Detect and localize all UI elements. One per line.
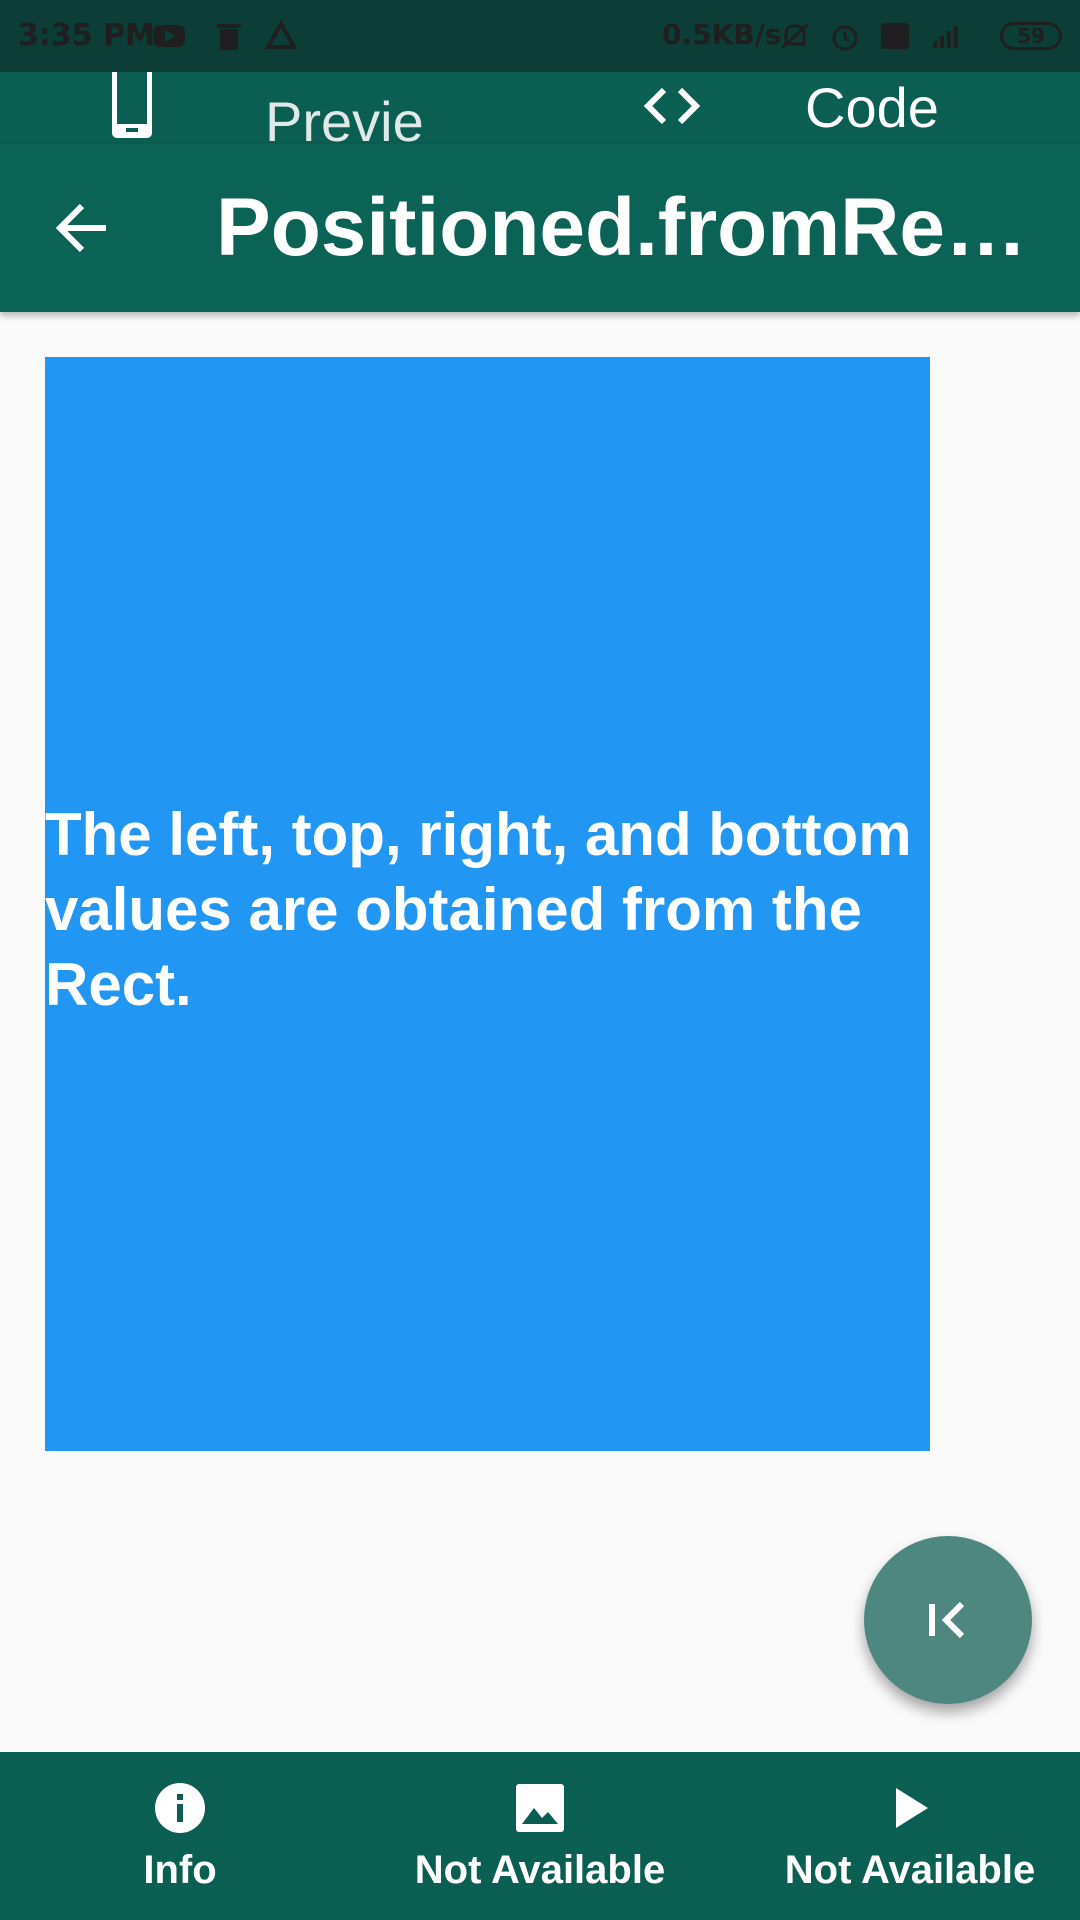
code-icon xyxy=(643,87,701,125)
first-page-icon xyxy=(929,1601,965,1639)
phone-icon xyxy=(112,72,152,138)
first-page-fab-button[interactable] xyxy=(864,1536,1032,1704)
app-bar: Positioned.fromRel… xyxy=(0,144,1080,312)
status-bar: 3:35 PM 0.5KB/s 59 xyxy=(0,0,1080,72)
bottom-nav-play[interactable]: Not Available xyxy=(760,1752,1060,1920)
tab-preview[interactable]: Preview xyxy=(0,72,540,212)
status-time: 3:35 PM xyxy=(18,18,155,53)
bottom-nav-info[interactable]: Info xyxy=(80,1752,280,1920)
info-label: Info xyxy=(143,1848,217,1892)
tab-code-label: Code xyxy=(805,76,939,139)
battery-indicator: 59 xyxy=(1000,22,1062,50)
youtube-icon xyxy=(153,25,185,47)
trash-icon xyxy=(217,24,241,50)
image-icon xyxy=(516,1784,564,1832)
volte-icon xyxy=(881,23,909,49)
bottom-navigation: Info Not Available Not Available xyxy=(0,1752,1080,1920)
play-icon xyxy=(896,1788,928,1828)
tab-code[interactable]: Code xyxy=(540,72,1080,144)
bottom-nav-image[interactable]: Not Available xyxy=(390,1752,690,1920)
play-label: Not Available xyxy=(784,1848,1036,1892)
page-title: Positioned.fromRel… xyxy=(216,182,1036,273)
preview-code-tabs: Preview Code xyxy=(0,72,1080,212)
info-icon xyxy=(155,1783,205,1833)
positioned-box: The left, top, right, and bottom values … xyxy=(45,357,930,1451)
mute-bell-icon xyxy=(780,22,810,50)
net-speed: 0.5KB/s xyxy=(662,18,782,51)
image-label: Not Available xyxy=(414,1848,666,1892)
box-text: The left, top, right, and bottom values … xyxy=(45,801,912,1018)
alarm-icon xyxy=(832,25,858,51)
signal-icon xyxy=(933,25,958,48)
drive-icon xyxy=(264,20,298,49)
back-arrow-icon[interactable] xyxy=(48,194,116,262)
